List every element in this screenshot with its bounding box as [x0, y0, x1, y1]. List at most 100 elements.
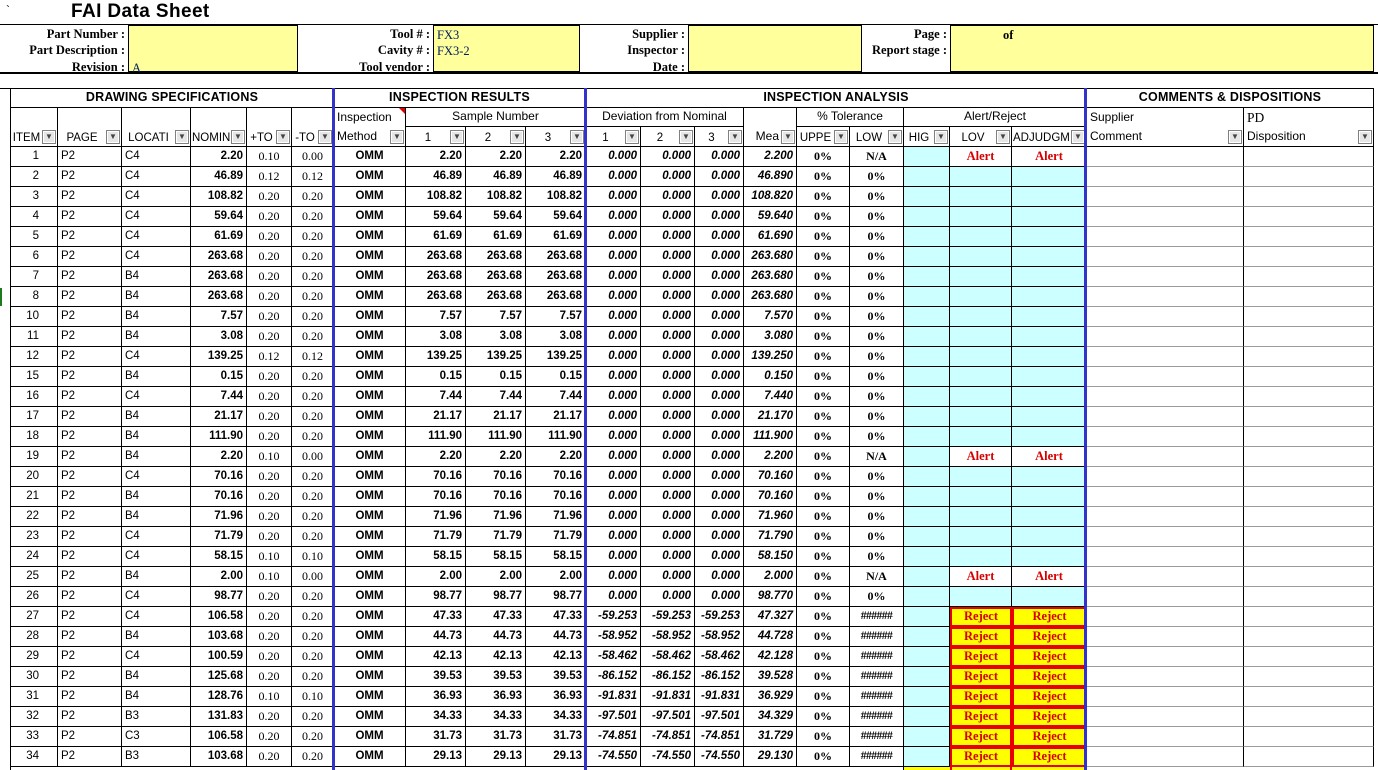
cell-page[interactable]: P2 [58, 267, 122, 287]
cell-adjudgement[interactable] [1012, 307, 1087, 327]
cell-sample-1[interactable]: 2.20 [406, 447, 466, 467]
cell-location[interactable]: B4 [122, 567, 191, 587]
cell-plus-tol[interactable]: 0.10 [247, 567, 292, 587]
cell-high[interactable] [904, 187, 950, 207]
cell-nominal[interactable]: 7.57 [191, 307, 247, 327]
cell-method[interactable]: OMM [334, 287, 406, 307]
cell-deviation-3[interactable]: 0.000 [695, 467, 744, 487]
filter-dropdown-icon[interactable]: ▼ [570, 130, 584, 144]
filter-dropdown-icon[interactable]: ▼ [276, 130, 290, 144]
cell-low[interactable] [950, 367, 1012, 387]
cell-nominal[interactable]: 103.68 [191, 747, 247, 767]
cell-adjudgement[interactable]: Reject [1012, 687, 1087, 707]
cell-plus-tol[interactable]: 0.20 [247, 467, 292, 487]
cell-deviation-1[interactable]: 0.000 [586, 547, 641, 567]
cell-upper-tolerance[interactable]: 0% [797, 147, 850, 167]
cell-minus-tol[interactable]: 0.20 [292, 527, 334, 547]
cell-sample-2[interactable]: 263.68 [466, 287, 526, 307]
cell-minus-tol[interactable]: 0.20 [292, 587, 334, 607]
cell-plus-tol[interactable]: 0.20 [247, 587, 292, 607]
cell-deviation-3[interactable]: 0.000 [695, 207, 744, 227]
cell-item[interactable]: 12 [11, 347, 58, 367]
cell-supplier-comment[interactable] [1087, 327, 1244, 347]
cell-nominal[interactable]: 61.69 [191, 227, 247, 247]
cell-low[interactable] [950, 227, 1012, 247]
cell-method[interactable]: OMM [334, 227, 406, 247]
cell-method[interactable]: OMM [334, 427, 406, 447]
cell-location[interactable]: B4 [122, 307, 191, 327]
cell-adjudgement[interactable]: Alert [1012, 567, 1087, 587]
cell-page[interactable]: P2 [58, 467, 122, 487]
cell-high[interactable] [904, 627, 950, 647]
cell-high[interactable] [904, 267, 950, 287]
cell-location[interactable]: B4 [122, 287, 191, 307]
cell-deviation-3[interactable]: 0.000 [695, 567, 744, 587]
filter-dropdown-icon[interactable]: ▼ [231, 130, 245, 144]
cell-sample-2[interactable]: 70.16 [466, 487, 526, 507]
cell-lower-tolerance[interactable]: 0% [850, 307, 904, 327]
cell-plus-tol[interactable]: 0.20 [247, 367, 292, 387]
cell-method[interactable]: OMM [334, 467, 406, 487]
cell-deviation-2[interactable]: 0.000 [641, 587, 695, 607]
cell-nominal[interactable]: 263.68 [191, 287, 247, 307]
cell-page[interactable]: P2 [58, 707, 122, 727]
cell-deviation-2[interactable]: 0.000 [641, 567, 695, 587]
cell-method[interactable]: OMM [334, 167, 406, 187]
cell-low[interactable] [950, 547, 1012, 567]
cell-mean[interactable]: 71.960 [744, 507, 797, 527]
cell-minus-tol[interactable]: 0.20 [292, 627, 334, 647]
cell-page[interactable]: P2 [58, 747, 122, 767]
cell-sample-1[interactable]: 44.73 [406, 627, 466, 647]
cell-plus-tol[interactable]: 0.20 [247, 307, 292, 327]
cell-plus-tol[interactable]: 0.20 [247, 627, 292, 647]
cell-sample-1[interactable]: 71.96 [406, 507, 466, 527]
cell-page[interactable]: P2 [58, 327, 122, 347]
cell-mean[interactable]: 7.570 [744, 307, 797, 327]
cell-deviation-1[interactable]: 0.000 [586, 167, 641, 187]
cell-sample-3[interactable]: 59.64 [526, 207, 586, 227]
cell-deviation-2[interactable]: -91.831 [641, 687, 695, 707]
cell-page[interactable]: P2 [58, 187, 122, 207]
cell-deviation-1[interactable]: 0.000 [586, 487, 641, 507]
cell-adjudgement[interactable] [1012, 287, 1087, 307]
cell-location[interactable]: C4 [122, 167, 191, 187]
cell-sample-2[interactable]: 71.79 [466, 527, 526, 547]
cell-minus-tol[interactable]: 0.20 [292, 667, 334, 687]
cell-sample-1[interactable]: 58.15 [406, 547, 466, 567]
cell-page[interactable]: P2 [58, 647, 122, 667]
cell-sample-3[interactable]: 71.96 [526, 507, 586, 527]
cell-page[interactable]: P2 [58, 547, 122, 567]
page-report-field[interactable]: of [950, 25, 1374, 72]
cell-page[interactable]: P2 [58, 207, 122, 227]
cell-deviation-1[interactable]: -59.253 [586, 607, 641, 627]
cell-location[interactable]: B4 [122, 267, 191, 287]
cell-deviation-1[interactable]: -74.851 [586, 727, 641, 747]
cell-method[interactable]: OMM [334, 527, 406, 547]
cell-low[interactable]: Reject [950, 667, 1012, 687]
cell-upper-tolerance[interactable]: 0% [797, 207, 850, 227]
cell-low[interactable]: Alert [950, 147, 1012, 167]
cell-method[interactable]: OMM [334, 267, 406, 287]
cell-location[interactable]: C4 [122, 467, 191, 487]
cell-sample-3[interactable]: 7.57 [526, 307, 586, 327]
cell-adjudgement[interactable] [1012, 407, 1087, 427]
cell-sample-3[interactable]: 70.16 [526, 467, 586, 487]
cell-pd-disposition[interactable] [1244, 647, 1374, 667]
cell-deviation-2[interactable]: 0.000 [641, 527, 695, 547]
cell-lower-tolerance[interactable]: 0% [850, 367, 904, 387]
cell-low[interactable] [950, 247, 1012, 267]
cell-nominal[interactable]: 108.82 [191, 187, 247, 207]
cell-nominal[interactable]: 103.68 [191, 627, 247, 647]
cell-deviation-2[interactable]: -86.152 [641, 667, 695, 687]
cell-item[interactable]: 4 [11, 207, 58, 227]
cell-mean[interactable]: 31.729 [744, 727, 797, 747]
cell-mean[interactable]: 47.327 [744, 607, 797, 627]
cell-plus-tol[interactable]: 0.10 [247, 547, 292, 567]
cell-supplier-comment[interactable] [1087, 547, 1244, 567]
cell-mean[interactable]: 2.200 [744, 447, 797, 467]
cell-deviation-1[interactable]: 0.000 [586, 267, 641, 287]
cell-method[interactable]: OMM [334, 607, 406, 627]
cell-plus-tol[interactable]: 0.12 [247, 167, 292, 187]
cell-item[interactable]: 24 [11, 547, 58, 567]
cell-adjudgement[interactable] [1012, 487, 1087, 507]
